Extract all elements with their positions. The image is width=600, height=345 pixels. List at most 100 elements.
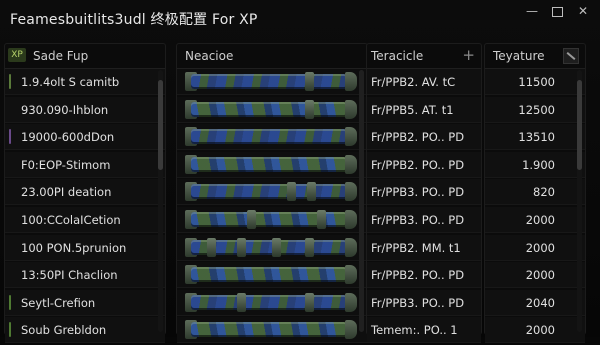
component-row[interactable]	[177, 262, 367, 289]
attribute-row[interactable]: Temem:. PO.. 1	[367, 317, 481, 344]
row-marker	[9, 322, 11, 338]
value-row[interactable]: 2000	[485, 234, 585, 261]
pipe-component	[191, 156, 347, 172]
component-panel: Neacioe	[176, 43, 368, 344]
attribute-title: Teracicle	[371, 49, 424, 63]
pipe-joint	[207, 237, 216, 257]
list-item-label: 13:50PI Chaclion	[21, 268, 118, 283]
attribute-row[interactable]: Fr/PPB2. MM. t1	[367, 234, 481, 261]
value-scrollbar[interactable]	[577, 70, 582, 332]
value-row[interactable]: 2000	[485, 206, 585, 233]
component-row[interactable]	[177, 124, 367, 151]
list-item[interactable]: 13:50PI Chaclion	[5, 262, 165, 289]
value-row[interactable]: 11500	[485, 69, 585, 95]
pipe-component	[191, 184, 347, 200]
attribute-value: Fr/PPB2. PO.. PD	[371, 157, 465, 172]
pipe-component	[191, 129, 347, 145]
pipe-end-cap	[345, 265, 357, 285]
add-icon[interactable]: +	[462, 47, 475, 63]
list-item[interactable]: 930.090-Ihblon	[5, 96, 165, 123]
list-item-label: 100:CColaICetion	[21, 212, 121, 227]
value-row[interactable]: 2040	[485, 289, 585, 316]
value-number: 2000	[525, 240, 555, 255]
value-row[interactable]: 2000	[485, 317, 585, 344]
component-row[interactable]	[177, 96, 367, 123]
value-row[interactable]: 2000	[485, 262, 585, 289]
attribute-row[interactable]: Fr/PPB3. PO.. PD	[367, 179, 481, 206]
minimize-button[interactable]: —	[521, 2, 543, 20]
list-item[interactable]: 100 PON.5prunion	[5, 234, 165, 261]
value-number: 11500	[518, 75, 555, 89]
component-row[interactable]	[177, 289, 367, 316]
attribute-value: Fr/PPB5. AT. t1	[371, 102, 454, 117]
name-list-header: XP Sade Fup	[5, 44, 165, 69]
close-button[interactable]: ✕	[572, 2, 594, 20]
name-list-title: Sade Fup	[33, 49, 89, 63]
pipe-end-cap	[345, 320, 357, 340]
attribute-value: Fr/PPB2. PO.. PD	[371, 268, 465, 283]
attribute-row[interactable]: Fr/PPB2. PO.. PD	[367, 124, 481, 151]
value-number: 13510	[518, 130, 555, 145]
attribute-list: Fr/PPB2. AV. tC Fr/PPB5. AT. t1 Fr/PPB2. P…	[367, 69, 481, 345]
app-window: Feamesbuitlits3udl 终极配置 For XP — ✕ XP Sa…	[0, 0, 600, 344]
component-row[interactable]	[177, 179, 367, 206]
pipe-joint	[272, 237, 281, 257]
list-item-label: 1.9.4olt S camitb	[21, 75, 120, 89]
list-item[interactable]: Soub Grebldon	[5, 317, 165, 344]
component-row[interactable]	[177, 151, 367, 178]
list-item[interactable]: 100:CColaICetion	[5, 206, 165, 233]
list-item[interactable]: 1.9.4olt S camitb	[5, 69, 165, 95]
name-list-panel: XP Sade Fup 1.9.4olt S camitb 930.090-Ihb…	[4, 43, 166, 344]
list-item[interactable]: Seytl-Crefion	[5, 289, 165, 316]
value-row[interactable]: 13510	[485, 124, 585, 151]
attribute-row[interactable]: Fr/PPB2. PO.. PD	[367, 262, 481, 289]
attribute-panel: Teracicle + Fr/PPB2. AV. tC Fr/PPB5. AT. …	[366, 43, 482, 344]
list-item[interactable]: 23.00PI deation	[5, 179, 165, 206]
value-row[interactable]: 1.900	[485, 151, 585, 178]
scrollbar-thumb[interactable]	[359, 70, 364, 332]
wrench-icon[interactable]	[563, 48, 579, 64]
list-item-label: 23.00PI deation	[21, 185, 112, 200]
pipe-end-cap	[345, 99, 357, 119]
attribute-row[interactable]: Fr/PPB5. AT. t1	[367, 96, 481, 123]
value-number: 2000	[525, 212, 555, 227]
component-list	[177, 69, 367, 345]
value-row[interactable]: 820	[485, 179, 585, 206]
list-item[interactable]: 19000-600dDon	[5, 124, 165, 151]
name-list: 1.9.4olt S camitb 930.090-Ihblon 19000-600…	[5, 69, 165, 345]
value-number: 2000	[525, 323, 555, 338]
value-number: 2040	[525, 295, 555, 310]
attribute-value: Fr/PPB2. MM. t1	[371, 240, 461, 255]
list-item-label: 930.090-Ihblon	[21, 102, 109, 117]
list-item[interactable]: F0:EOP-Stimom	[5, 151, 165, 178]
component-row[interactable]	[177, 317, 367, 344]
value-row[interactable]: 12500	[485, 96, 585, 123]
attribute-row[interactable]: Fr/PPB3. PO.. PD	[367, 289, 481, 316]
attribute-value: Fr/PPB3. PO.. PD	[371, 295, 465, 310]
value-header: Teyature	[485, 44, 585, 69]
scrollbar-thumb[interactable]	[577, 80, 582, 170]
list-item-label: Soub Grebldon	[21, 323, 107, 338]
value-number: 2000	[525, 268, 555, 283]
component-row[interactable]	[177, 234, 367, 261]
component-row[interactable]	[177, 69, 367, 95]
attribute-row[interactable]: Fr/PPB2. AV. tC	[367, 69, 481, 95]
list-item-label: Seytl-Crefion	[21, 295, 96, 310]
attribute-row[interactable]: Fr/PPB3. PO.. PD	[367, 206, 481, 233]
pipe-end-cap	[345, 154, 357, 174]
component-scrollbar[interactable]	[359, 70, 364, 332]
component-title: Neacioe	[185, 49, 234, 63]
pipe-component	[191, 267, 347, 283]
value-number: 1.900	[522, 157, 555, 172]
attribute-row[interactable]: Fr/PPB2. PO.. PD	[367, 151, 481, 178]
scrollbar-thumb[interactable]	[158, 80, 163, 170]
row-marker	[9, 129, 11, 145]
name-list-scrollbar[interactable]	[158, 70, 163, 332]
pipe-joint	[305, 72, 314, 91]
maximize-button[interactable]	[546, 2, 568, 20]
component-row[interactable]	[177, 206, 367, 233]
pipe-joint	[305, 99, 314, 119]
xp-badge: XP	[8, 48, 26, 62]
window-title: Feamesbuitlits3udl 终极配置 For XP	[10, 12, 258, 28]
attribute-header: Teracicle +	[367, 44, 481, 69]
